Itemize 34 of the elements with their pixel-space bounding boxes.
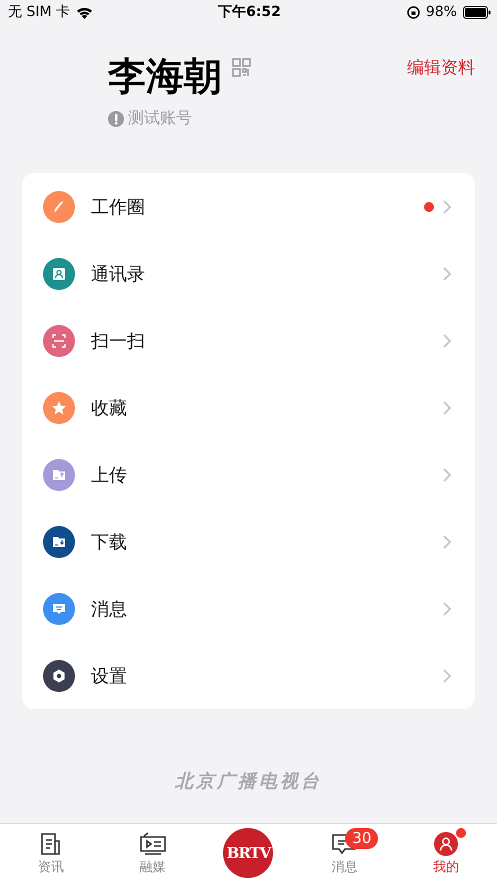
battery-percent: 98%: [426, 4, 457, 20]
unread-count-badge: 30: [345, 828, 378, 849]
edit-profile-button[interactable]: 编辑资料: [407, 56, 475, 80]
wifi-icon: [76, 6, 93, 18]
menu-item[interactable]: 扫一扫: [22, 307, 475, 374]
menu-item[interactable]: 通讯录: [22, 240, 475, 307]
battery-icon: [462, 6, 491, 18]
menu-item[interactable]: 设置: [22, 642, 475, 709]
menu-item[interactable]: 下载: [22, 508, 475, 575]
tv-icon: [138, 831, 168, 857]
chevron-right-icon: [443, 534, 451, 548]
user-icon: [434, 832, 458, 856]
brand-logo-text: 北京广播电视台: [175, 770, 322, 793]
chevron-right-icon: [443, 602, 451, 616]
account-label: 测试账号: [128, 108, 192, 129]
info-icon: [108, 110, 124, 126]
clock-time: 下午6:52: [218, 4, 281, 20]
menu-item[interactable]: 消息: [22, 575, 475, 642]
chevron-right-icon: [443, 668, 451, 682]
chevron-right-icon: [443, 200, 451, 214]
tab-item[interactable]: 资讯: [0, 824, 102, 883]
carrier-label: 无 SIM 卡: [8, 3, 70, 21]
tab-item[interactable]: 我的: [395, 824, 497, 883]
chevron-right-icon: [443, 468, 451, 482]
brtv-logo-button[interactable]: BRTV: [223, 828, 274, 878]
user-name: 李海朝: [108, 53, 222, 100]
chevron-right-icon: [443, 334, 451, 348]
chevron-right-icon: [443, 400, 451, 414]
chevron-right-icon: [443, 266, 451, 280]
qr-code-icon[interactable]: [232, 58, 251, 77]
menu-item[interactable]: 工作圈: [22, 173, 475, 240]
menu-item[interactable]: 上传: [22, 441, 475, 508]
menu-item[interactable]: 收藏: [22, 374, 475, 441]
tab-item[interactable]: 30 消息: [293, 824, 396, 883]
